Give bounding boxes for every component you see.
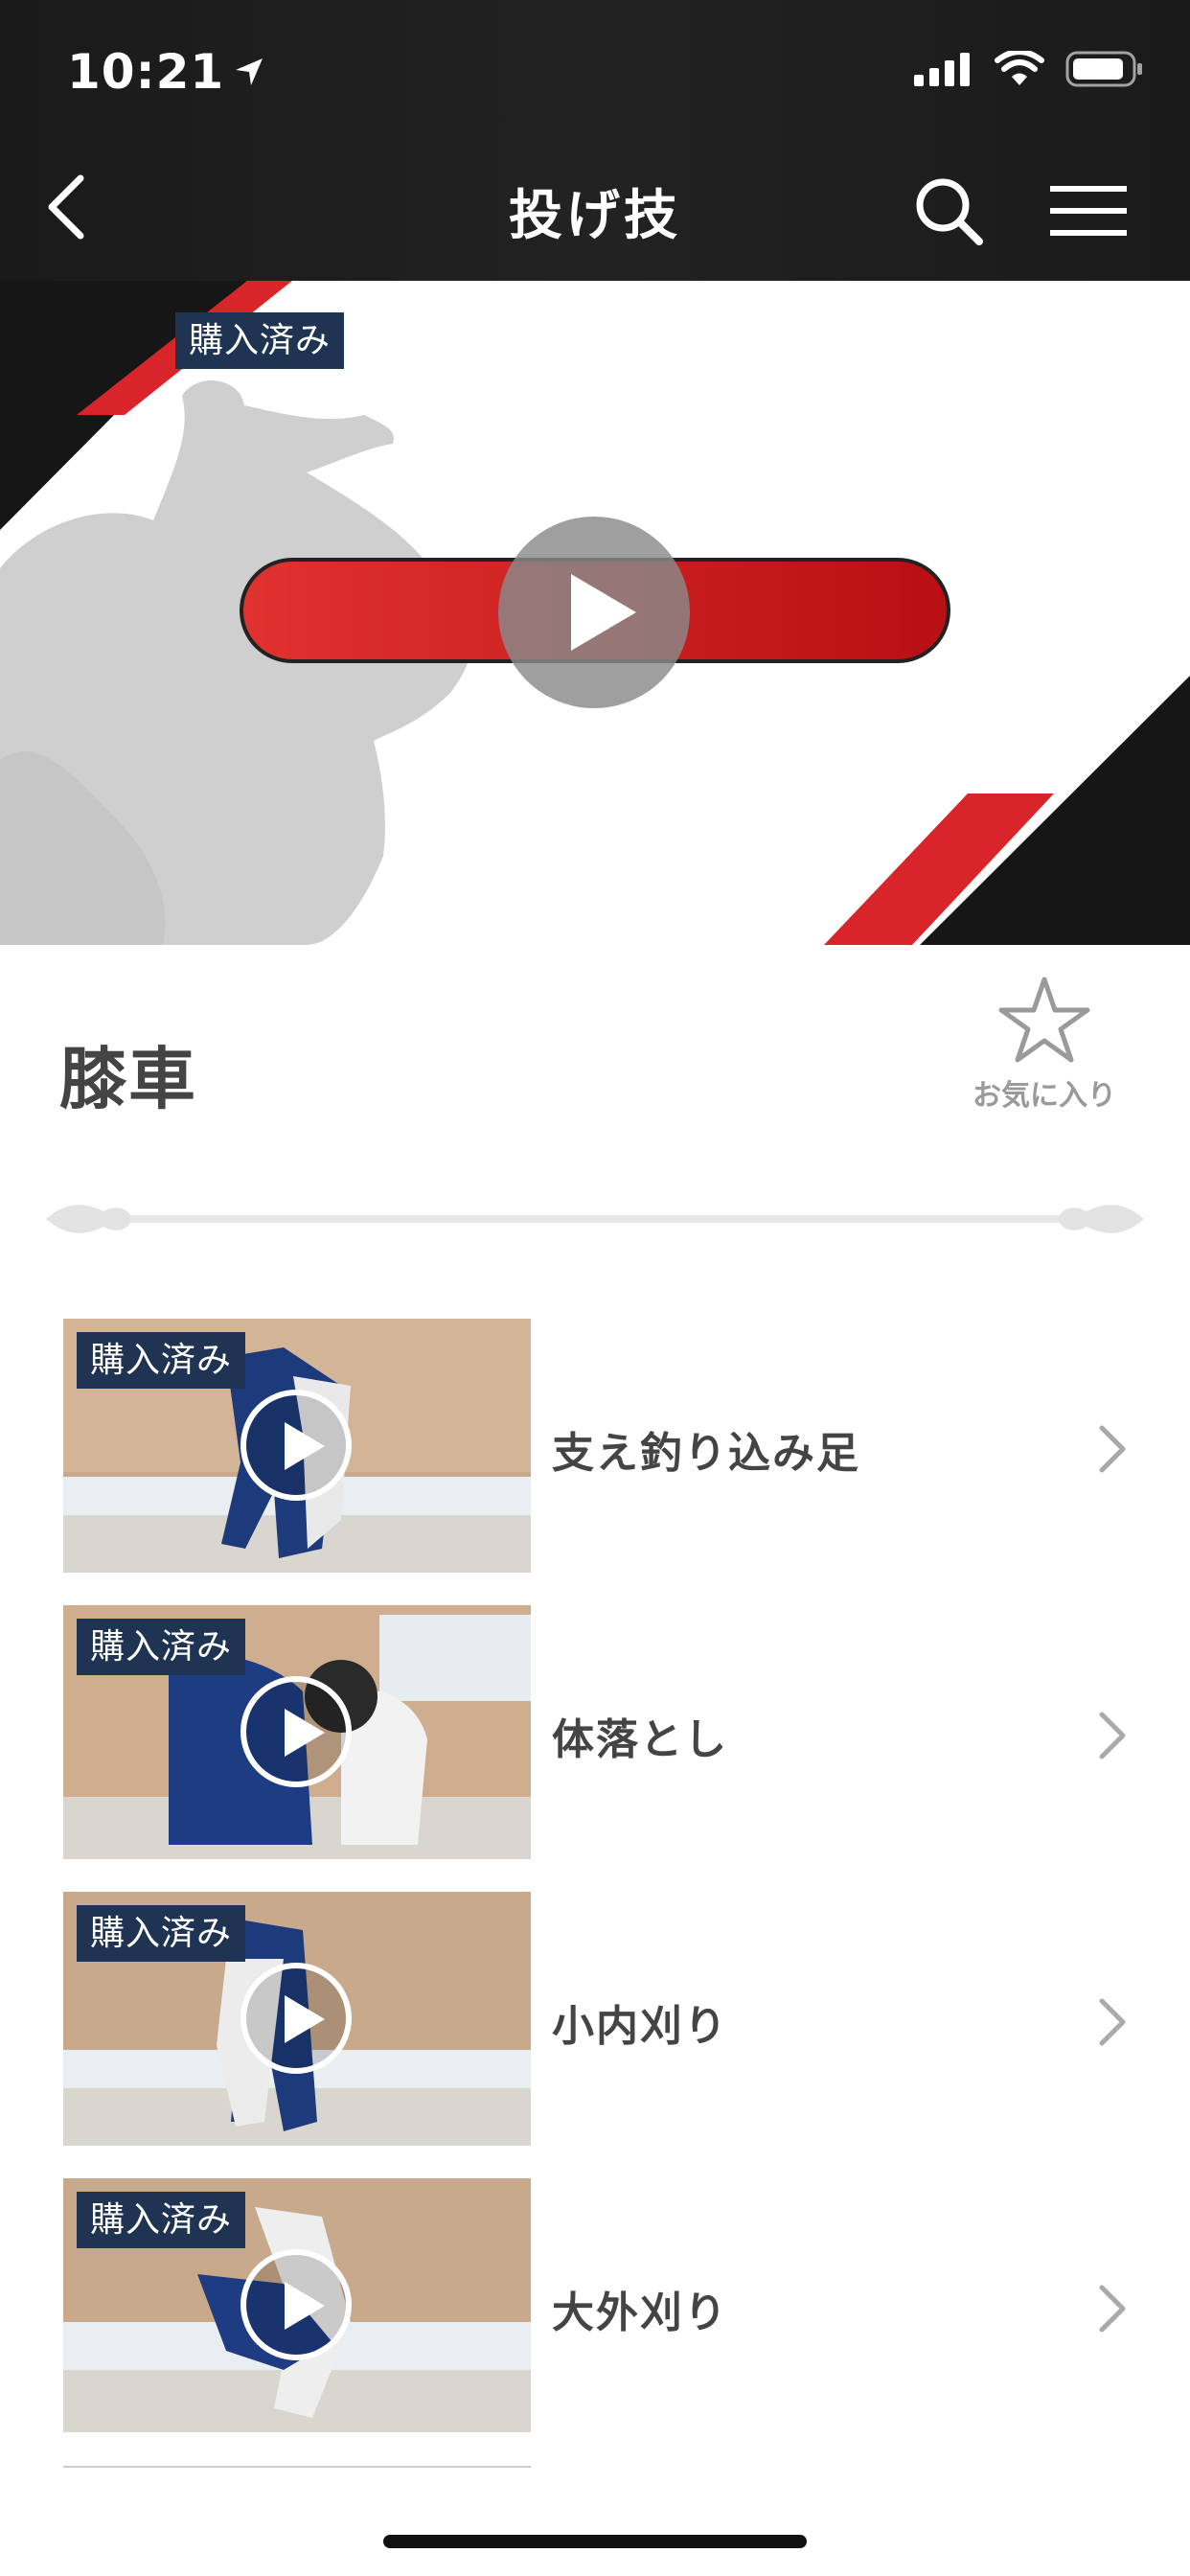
- purchased-badge: 購入済み: [77, 1332, 246, 1390]
- hero-artwork: [0, 281, 1190, 945]
- play-icon[interactable]: [240, 1676, 352, 1787]
- list-divider: [63, 2466, 531, 2468]
- favorite-button[interactable]: お気に入り: [958, 976, 1131, 1114]
- video-list: 購入済み 支え釣り込み足 購入済み 体落とし 購入済み 小内刈り 購入済み 大外…: [63, 1319, 1190, 2465]
- video-thumbnail[interactable]: 購入済み: [63, 1605, 531, 1859]
- list-item[interactable]: 購入済み 体落とし: [63, 1605, 1190, 1892]
- signal-icon: [914, 53, 970, 86]
- list-item[interactable]: 購入済み 支え釣り込み足: [63, 1319, 1190, 1605]
- video-thumbnail[interactable]: 購入済み: [63, 1892, 531, 2146]
- chevron-right-icon: [1099, 1425, 1126, 1473]
- search-icon[interactable]: [910, 172, 987, 249]
- play-icon[interactable]: [240, 2249, 352, 2360]
- hero-video[interactable]: 購入済み: [0, 281, 1190, 945]
- purchased-badge: 購入済み: [77, 1905, 246, 1963]
- favorite-label: お気に入り: [973, 1079, 1116, 1113]
- video-title: 大外刈り: [552, 2288, 728, 2337]
- video-title: 支え釣り込み足: [552, 1429, 860, 1478]
- chevron-right-icon: [1099, 1712, 1126, 1760]
- status-icons: [914, 50, 1144, 88]
- purchased-badge: 購入済み: [175, 312, 345, 370]
- wifi-icon: [995, 51, 1044, 85]
- play-icon[interactable]: [240, 1390, 352, 1501]
- video-thumbnail[interactable]: 購入済み: [63, 1319, 531, 1573]
- home-indicator[interactable]: [383, 2535, 807, 2548]
- chevron-right-icon: [1099, 2285, 1126, 2333]
- video-thumbnail[interactable]: 購入済み: [63, 2178, 531, 2432]
- list-item[interactable]: 購入済み 大外刈り: [63, 2178, 1190, 2465]
- status-time-text: 10:21: [67, 44, 225, 100]
- purchased-badge: 購入済み: [77, 2192, 246, 2249]
- location-arrow-icon: [236, 58, 263, 85]
- purchased-badge: 購入済み: [77, 1619, 246, 1676]
- hamburger-menu-icon[interactable]: [1050, 182, 1127, 240]
- video-title: 体落とし: [552, 1715, 728, 1764]
- decorative-divider: [46, 1205, 1144, 1233]
- technique-title: 膝車: [59, 1040, 197, 1118]
- chevron-right-icon: [1099, 1998, 1126, 2046]
- video-title: 小内刈り: [552, 2002, 728, 2051]
- top-bar: 10:21 投げ技: [0, 0, 1190, 281]
- star-icon: [998, 977, 1090, 1063]
- list-item[interactable]: 購入済み 小内刈り: [63, 1892, 1190, 2178]
- status-time: 10:21: [67, 44, 266, 100]
- play-icon[interactable]: [240, 1963, 352, 2074]
- page-title: 投げ技: [509, 185, 681, 247]
- battery-icon: [1065, 51, 1142, 87]
